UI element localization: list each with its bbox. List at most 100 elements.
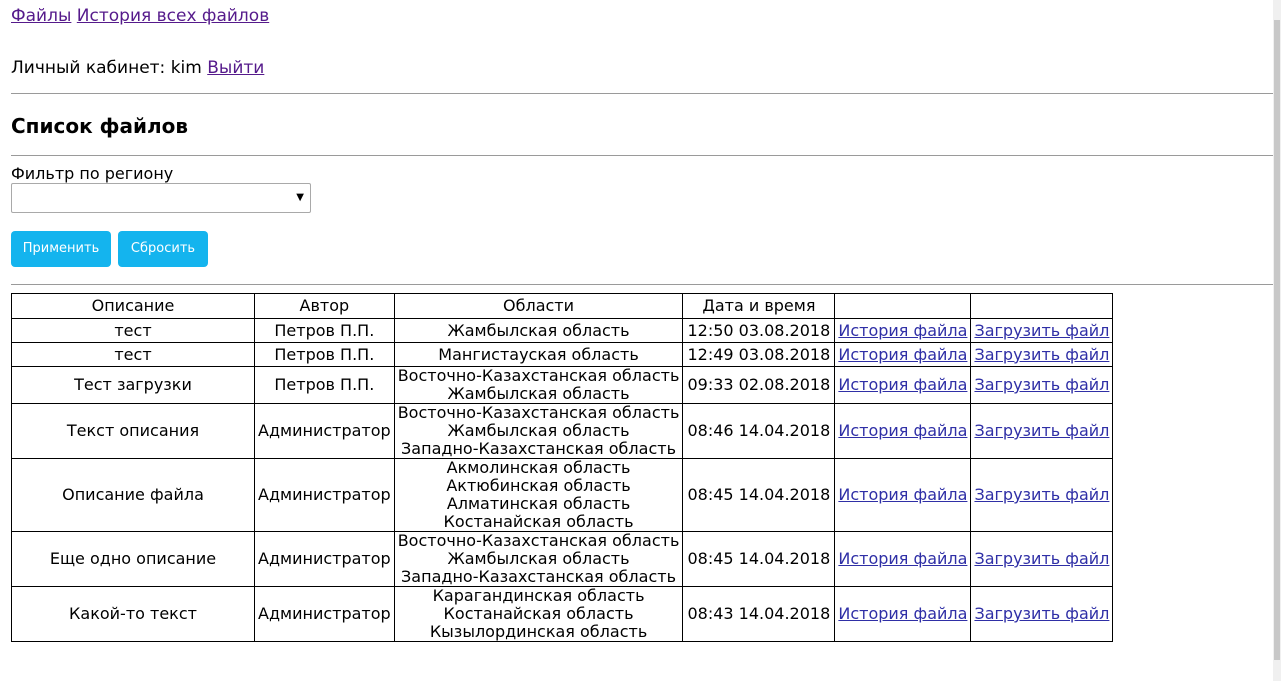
cell-datetime: 08:43 14.04.2018 bbox=[682, 586, 836, 642]
header-history bbox=[834, 293, 972, 319]
cell-history: История файла bbox=[834, 531, 972, 587]
header-author: Автор bbox=[254, 293, 395, 319]
cell-upload: Загрузить файл bbox=[970, 586, 1114, 642]
cell-description: Описание файла bbox=[11, 458, 255, 532]
cell-regions: Жамбылская область bbox=[393, 318, 684, 343]
scrollbar-thumb[interactable] bbox=[1274, 20, 1280, 660]
table-header-row: Описание Автор Области Дата и время bbox=[11, 293, 1114, 319]
file-history-link[interactable]: История файла bbox=[838, 549, 967, 568]
cell-history: История файла bbox=[834, 586, 972, 642]
top-nav: Файлы История всех файлов bbox=[11, 6, 269, 26]
region-name: Западно-Казахстанская область bbox=[401, 567, 676, 586]
region-name: Акмолинская область bbox=[446, 458, 631, 477]
header-regions: Области bbox=[393, 293, 684, 319]
cell-datetime: 08:46 14.04.2018 bbox=[682, 403, 836, 459]
cell-author: Администратор bbox=[254, 531, 395, 587]
cell-history: История файла bbox=[834, 458, 972, 532]
upload-file-link[interactable]: Загрузить файл bbox=[974, 421, 1109, 440]
region-name: Жамбылская область bbox=[447, 421, 630, 440]
region-name: Костанайская область bbox=[443, 512, 634, 531]
upload-file-link[interactable]: Загрузить файл bbox=[974, 485, 1109, 504]
cell-author: Петров П.П. bbox=[254, 366, 395, 404]
cell-upload: Загрузить файл bbox=[970, 531, 1114, 587]
nav-history-link[interactable]: История всех файлов bbox=[77, 6, 269, 26]
table-row: Описание файла Администратор Акмолинская о… bbox=[11, 458, 1114, 532]
file-history-link[interactable]: История файла bbox=[838, 485, 967, 504]
cell-upload: Загрузить файл bbox=[970, 342, 1114, 367]
cell-datetime: 08:45 14.04.2018 bbox=[682, 458, 836, 532]
page-scrollbar[interactable] bbox=[1273, 0, 1281, 681]
divider bbox=[11, 93, 1273, 94]
table-row: Какой-то текст Администратор Карагандинска… bbox=[11, 586, 1114, 642]
page-title: Список файлов bbox=[11, 114, 189, 138]
cell-history: История файла bbox=[834, 318, 972, 343]
region-name: Карагандинская область bbox=[432, 586, 645, 605]
dropdown-arrow-icon: ▼ bbox=[296, 192, 304, 203]
file-history-link[interactable]: История файла bbox=[838, 604, 967, 623]
page: Файлы История всех файлов Личный кабинет… bbox=[0, 0, 1281, 681]
table-row: Еще одно описание Администратор Восточно-К… bbox=[11, 531, 1114, 587]
cell-description: тест bbox=[11, 342, 255, 367]
region-name: Восточно-Казахстанская область bbox=[397, 403, 680, 422]
cell-regions: Акмолинская область Актюбинская область Ал… bbox=[393, 458, 684, 532]
region-name: Жамбылская область bbox=[447, 549, 630, 568]
cell-datetime: 12:50 03.08.2018 bbox=[682, 318, 836, 343]
cell-author: Администратор bbox=[254, 458, 395, 532]
table-row: Тест загрузки Петров П.П. Восточно-Казахст… bbox=[11, 366, 1114, 404]
cell-history: История файла bbox=[834, 342, 972, 367]
files-table: Описание Автор Области Дата и время тест… bbox=[11, 293, 1114, 642]
file-history-link[interactable]: История файла bbox=[838, 375, 967, 394]
cell-upload: Загрузить файл bbox=[970, 403, 1114, 459]
file-history-link[interactable]: История файла bbox=[838, 345, 967, 364]
cell-description: Какой-то текст bbox=[11, 586, 255, 642]
region-name: Западно-Казахстанская область bbox=[401, 439, 676, 458]
cell-description: Еще одно описание bbox=[11, 531, 255, 587]
account-label: Личный кабинет: kim bbox=[11, 58, 202, 78]
upload-file-link[interactable]: Загрузить файл bbox=[974, 321, 1109, 340]
cell-upload: Загрузить файл bbox=[970, 458, 1114, 532]
region-name: Восточно-Казахстанская область bbox=[397, 366, 680, 385]
header-datetime: Дата и время bbox=[682, 293, 836, 319]
cell-upload: Загрузить файл bbox=[970, 366, 1114, 404]
region-filter-select[interactable]: ▼ bbox=[11, 183, 311, 213]
cell-history: История файла bbox=[834, 403, 972, 459]
apply-button[interactable]: Применить bbox=[11, 231, 111, 267]
upload-file-link[interactable]: Загрузить файл bbox=[974, 345, 1109, 364]
upload-file-link[interactable]: Загрузить файл bbox=[974, 375, 1109, 394]
cell-regions: Восточно-Казахстанская область Жамбылская… bbox=[393, 366, 684, 404]
region-filter-label: Фильтр по региону bbox=[11, 164, 174, 183]
nav-files-link[interactable]: Файлы bbox=[11, 6, 71, 26]
cell-datetime: 12:49 03.08.2018 bbox=[682, 342, 836, 367]
file-history-link[interactable]: История файла bbox=[838, 421, 967, 440]
region-name: Восточно-Казахстанская область bbox=[397, 531, 680, 550]
file-history-link[interactable]: История файла bbox=[838, 321, 967, 340]
cell-author: Администратор bbox=[254, 586, 395, 642]
divider bbox=[11, 284, 1273, 285]
cell-regions: Мангистауская область bbox=[393, 342, 684, 367]
logout-link[interactable]: Выйти bbox=[207, 58, 264, 78]
account-bar: Личный кабинет: kim Выйти bbox=[11, 58, 264, 78]
cell-regions: Восточно-Казахстанская область Жамбылская… bbox=[393, 531, 684, 587]
table-row: тест Петров П.П. Жамбылская область 12:50 0… bbox=[11, 318, 1114, 343]
region-name: Кызылординская область bbox=[429, 622, 648, 641]
cell-datetime: 09:33 02.08.2018 bbox=[682, 366, 836, 404]
region-name: Жамбылская область bbox=[447, 384, 630, 403]
region-name: Жамбылская область bbox=[447, 320, 630, 340]
cell-author: Администратор bbox=[254, 403, 395, 459]
cell-description: Текст описания bbox=[11, 403, 255, 459]
cell-datetime: 08:45 14.04.2018 bbox=[682, 531, 836, 587]
reset-button[interactable]: Сбросить bbox=[118, 231, 208, 267]
divider bbox=[11, 155, 1273, 156]
region-name: Мангистауская область bbox=[438, 344, 639, 364]
cell-author: Петров П.П. bbox=[254, 318, 395, 343]
header-upload bbox=[970, 293, 1114, 319]
cell-regions: Восточно-Казахстанская область Жамбылская… bbox=[393, 403, 684, 459]
cell-upload: Загрузить файл bbox=[970, 318, 1114, 343]
cell-description: тест bbox=[11, 318, 255, 343]
table-row: тест Петров П.П. Мангистауская область 12:4… bbox=[11, 342, 1114, 367]
cell-regions: Карагандинская область Костанайская облас… bbox=[393, 586, 684, 642]
cell-author: Петров П.П. bbox=[254, 342, 395, 367]
upload-file-link[interactable]: Загрузить файл bbox=[974, 549, 1109, 568]
upload-file-link[interactable]: Загрузить файл bbox=[974, 604, 1109, 623]
region-name: Алматинская область bbox=[446, 494, 631, 513]
